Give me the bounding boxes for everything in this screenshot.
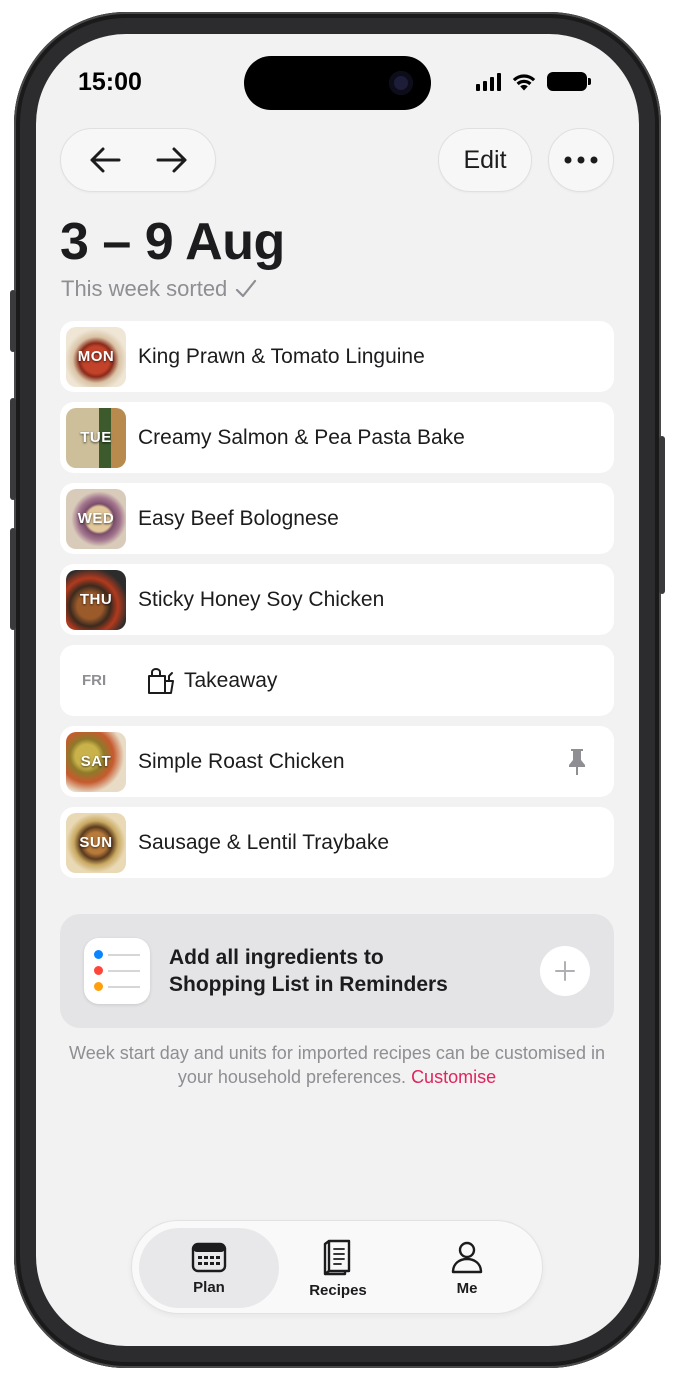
meal-name: Sausage & Lentil Traybake xyxy=(138,830,389,854)
status-icons xyxy=(476,72,591,91)
tab-recipes[interactable]: Recipes xyxy=(268,1228,408,1308)
tab-label: Plan xyxy=(193,1278,225,1296)
day-label: MON xyxy=(77,348,115,365)
meal-name: Takeaway xyxy=(184,668,278,692)
pin-icon[interactable] xyxy=(566,748,588,776)
tab-bar: Plan Recipes Me xyxy=(131,1220,543,1314)
day-label: TUE xyxy=(80,429,112,446)
meal-photo: SAT xyxy=(66,731,126,792)
takeaway-bag-icon xyxy=(148,667,174,694)
checkmark-icon xyxy=(236,279,257,298)
camera-icon xyxy=(389,71,413,95)
calendar-icon xyxy=(191,1242,227,1272)
day-label: THU xyxy=(79,591,113,608)
day-label: SAT xyxy=(80,753,112,770)
day-label: SUN xyxy=(79,834,113,851)
more-button[interactable] xyxy=(548,128,614,192)
meal-row-fri[interactable]: FRI Takeaway xyxy=(60,645,614,716)
meal-row-mon[interactable]: MON King Prawn & Tomato Linguine xyxy=(60,321,614,392)
meal-name: Easy Beef Bolognese xyxy=(138,506,339,530)
ellipsis-icon xyxy=(564,156,598,164)
side-button xyxy=(659,436,665,594)
edit-button[interactable]: Edit xyxy=(438,128,532,192)
tab-label: Me xyxy=(456,1279,478,1297)
battery-icon xyxy=(547,72,591,91)
meal-row-wed[interactable]: WED Easy Beef Bolognese xyxy=(60,483,614,554)
person-icon xyxy=(451,1241,483,1273)
day-label: FRI xyxy=(82,672,107,689)
meal-photo: WED xyxy=(66,488,126,549)
status-time: 15:00 xyxy=(78,68,142,96)
add-to-reminders-card[interactable]: Add all ingredients to Shopping List in … xyxy=(60,914,614,1028)
meal-row-thu[interactable]: THU Sticky Honey Soy Chicken xyxy=(60,564,614,635)
week-nav-pill xyxy=(60,128,216,192)
reminders-app-icon xyxy=(84,938,150,1004)
page-subtitle: This week sorted xyxy=(61,276,257,302)
reminders-line-2: Shopping List in Reminders xyxy=(169,973,448,996)
meal-row-tue[interactable]: TUE Creamy Salmon & Pea Pasta Bake xyxy=(60,402,614,473)
footnote-text: Week start day and units for imported re… xyxy=(69,1043,605,1087)
tab-plan[interactable]: Plan xyxy=(139,1228,279,1308)
volume-up-button xyxy=(10,398,16,500)
arrow-left-icon[interactable] xyxy=(88,146,122,174)
customise-link[interactable]: Customise xyxy=(411,1067,496,1087)
book-icon xyxy=(323,1239,351,1275)
tab-me[interactable]: Me xyxy=(397,1228,537,1308)
reminders-line-1: Add all ingredients to xyxy=(169,946,384,969)
meal-photo: MON xyxy=(66,326,126,387)
meal-row-sat[interactable]: SAT Simple Roast Chicken xyxy=(60,726,614,797)
reminders-text: Add all ingredients to Shopping List in … xyxy=(169,944,448,998)
arrow-right-icon[interactable] xyxy=(155,146,189,174)
dynamic-island xyxy=(244,56,431,110)
volume-down-button xyxy=(10,528,16,630)
meal-name: Sticky Honey Soy Chicken xyxy=(138,587,385,611)
meal-name: Simple Roast Chicken xyxy=(138,749,345,773)
meal-row-sun[interactable]: SUN Sausage & Lentil Traybake xyxy=(60,807,614,878)
meal-photo: SUN xyxy=(66,812,126,873)
preferences-footnote: Week start day and units for imported re… xyxy=(60,1041,614,1089)
tab-label: Recipes xyxy=(309,1281,367,1299)
wifi-icon xyxy=(512,74,536,91)
plus-icon xyxy=(555,961,575,981)
add-ingredients-button[interactable] xyxy=(540,946,590,996)
action-button xyxy=(10,290,16,352)
day-label: WED xyxy=(77,510,115,527)
cellular-signal-icon xyxy=(476,72,501,91)
meal-photo: TUE xyxy=(66,407,126,468)
meal-name: Creamy Salmon & Pea Pasta Bake xyxy=(138,425,465,449)
meal-name: King Prawn & Tomato Linguine xyxy=(138,344,425,368)
page-title: 3 – 9 Aug xyxy=(60,213,285,271)
subtitle-text: This week sorted xyxy=(61,276,228,301)
meal-photo: THU xyxy=(66,569,126,630)
